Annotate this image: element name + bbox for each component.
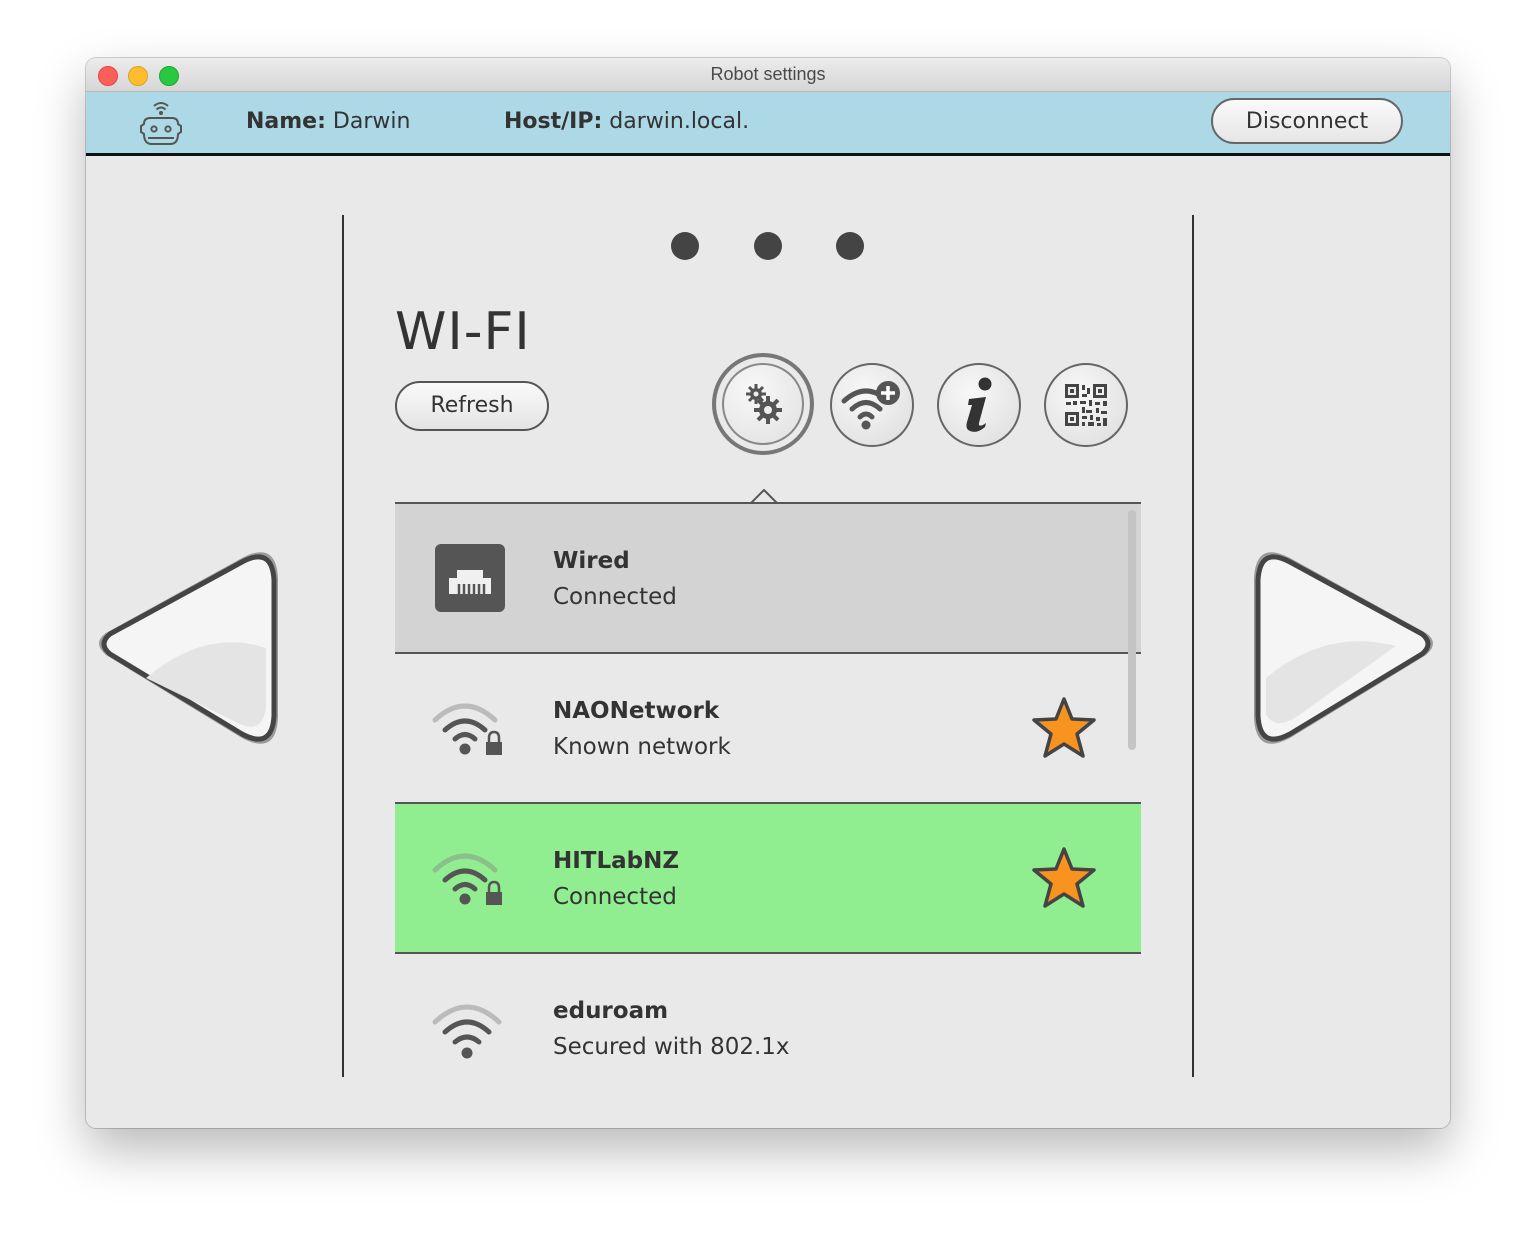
network-name: NAONetwork (553, 698, 720, 724)
network-status: Secured with 802.1x (553, 1034, 790, 1060)
network-status: Connected (553, 584, 677, 610)
refresh-button[interactable]: Refresh (395, 381, 549, 431)
robot-name: Name: Darwin (246, 109, 410, 134)
network-status: Connected (553, 884, 677, 910)
name-value: Darwin (332, 109, 411, 134)
network-row-wired[interactable]: Wired Connected (395, 504, 1141, 654)
disconnect-button[interactable]: Disconnect (1211, 98, 1403, 144)
favorite-star-icon[interactable] (1031, 696, 1097, 760)
network-list: Wired Connected NAONetwork Known network (395, 504, 1141, 1084)
name-label: Name: (246, 109, 326, 134)
info-button[interactable] (937, 363, 1021, 447)
qr-code-icon (1065, 384, 1107, 426)
favorite-star-icon[interactable] (1031, 846, 1097, 910)
page-indicator-dot[interactable] (671, 232, 699, 260)
network-row-eduroam[interactable]: eduroam Secured with 802.1x (395, 954, 1141, 1084)
next-page-arrow-icon[interactable] (1246, 538, 1446, 758)
robot-header: Name: Darwin Host/IP: darwin.local. Disc… (86, 92, 1450, 156)
network-row-hitlabnz[interactable]: HITLabNZ Connected (395, 804, 1141, 954)
host-label: Host/IP: (504, 109, 603, 134)
info-icon (966, 377, 992, 432)
settings-tab-button[interactable] (712, 353, 814, 455)
qr-code-button[interactable] (1044, 363, 1128, 447)
robot-host: Host/IP: darwin.local. (504, 109, 749, 134)
network-list-scrollbar[interactable] (1128, 510, 1136, 750)
ethernet-icon (435, 544, 505, 612)
wifi-icon (432, 1004, 502, 1059)
content-divider-right (1192, 215, 1194, 1077)
page-title: WI-FI (395, 302, 531, 362)
network-name: Wired (553, 548, 630, 574)
wifi-add-icon (841, 381, 900, 430)
wifi-locked-icon (432, 853, 502, 905)
host-value: darwin.local. (609, 109, 750, 134)
network-status: Known network (553, 734, 731, 760)
settings-gears-icon (746, 384, 782, 424)
robot-settings-window: Robot settings Name: Darwin Host/IP: dar… (86, 58, 1450, 1128)
content-divider-left (342, 215, 344, 1077)
network-name: HITLabNZ (553, 848, 680, 874)
previous-page-arrow-icon[interactable] (86, 538, 286, 758)
robot-wifi-icon (140, 102, 182, 145)
page-indicator-dot[interactable] (754, 232, 782, 260)
network-row-naonetwork[interactable]: NAONetwork Known network (395, 654, 1141, 804)
add-network-button[interactable] (830, 363, 914, 447)
window-title: Robot settings (710, 64, 826, 84)
network-name: eduroam (553, 998, 669, 1024)
wifi-locked-icon (432, 703, 502, 755)
title-bar: Robot settings (86, 58, 1450, 92)
page-indicator-dot[interactable] (836, 232, 864, 260)
